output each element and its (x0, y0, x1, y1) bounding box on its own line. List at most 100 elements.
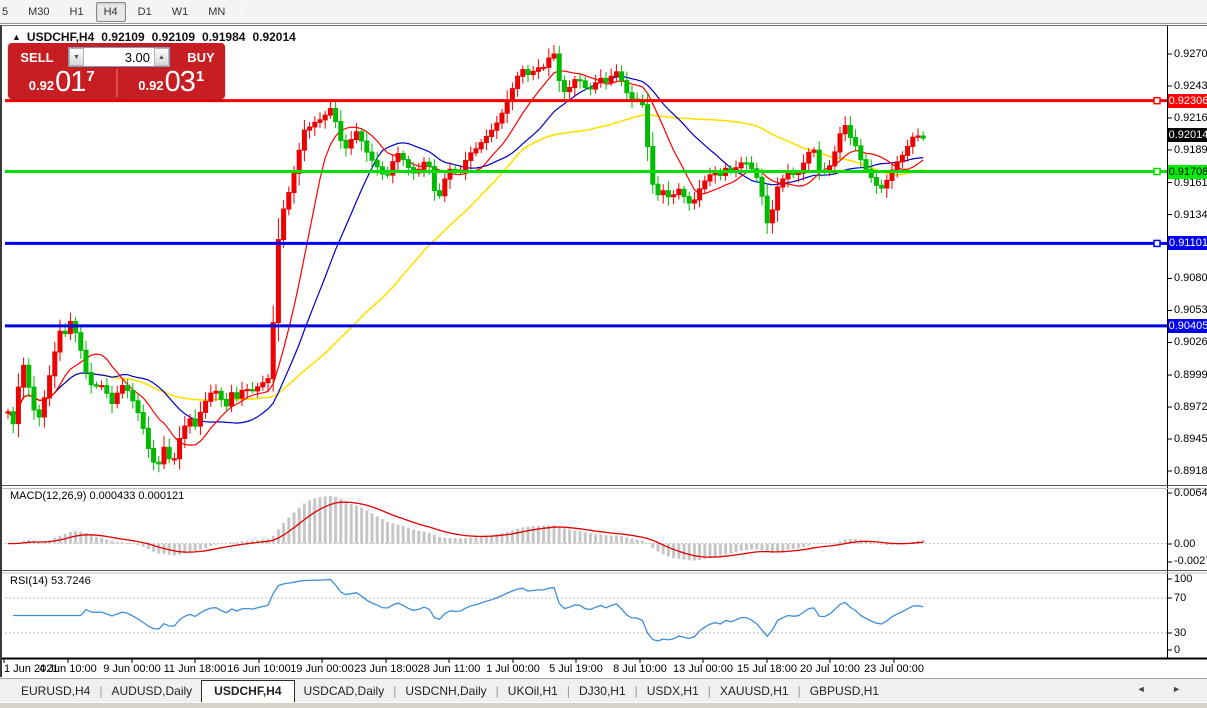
chart-tab-GBPUSD,H1[interactable]: GBPUSD,H1 (801, 681, 888, 702)
date-axis-label: 1 Jul 00:00 (486, 663, 540, 675)
date-axis-label: 9 Jun 00:00 (103, 663, 161, 675)
horizontal-line-objects[interactable] (5, 98, 1167, 326)
date-axis-label: 28 Jun 11:00 (418, 663, 481, 675)
price-tick-label: 0.90265 (1174, 336, 1207, 348)
chart-window: ▲ USDCHF,H4 0.92109 0.92109 0.91984 0.92014 S… (0, 25, 1207, 677)
macd-indicator-label: MACD(12,26,9) 0.000433 0.000121 (10, 490, 184, 502)
rsi-axis-label: 100 (1174, 573, 1207, 585)
window-bottom-edge (0, 702, 1207, 708)
hline-handle-icon[interactable] (1154, 169, 1160, 175)
date-axis-label: 5 Jul 19:00 (549, 663, 603, 675)
price-chart-canvas (2, 26, 1207, 678)
hline-handle-icon[interactable] (1154, 240, 1160, 246)
macd-axis-label: 0.00 (1174, 538, 1207, 550)
price-tick-label: 0.92700 (1174, 48, 1207, 60)
timeframe-button-D1[interactable]: D1 (130, 2, 160, 22)
moving-averages (8, 71, 923, 445)
price-tick-label: 0.91890 (1174, 144, 1207, 156)
sell-price-prefix: 0.92 (29, 78, 54, 93)
sell-price-sup: 7 (86, 68, 94, 85)
buy-price-big: 03 (165, 69, 195, 95)
toolbar-separator (241, 3, 242, 21)
price-tick-label: 0.89990 (1174, 369, 1207, 381)
date-axis-label: 11 Jun 18:00 (164, 663, 227, 675)
macd-histogram (5, 496, 1167, 561)
sell-price-big: 01 (55, 69, 85, 95)
chart-symbol-period: USDCHF,H4 (27, 30, 94, 44)
timeframe-button-H1[interactable]: H1 (62, 2, 92, 22)
price-tick-label: 0.89180 (1174, 465, 1207, 477)
price-tick-label: 0.89720 (1174, 401, 1207, 413)
price-tick-label: 0.91345 (1174, 209, 1207, 221)
timeframe-button-W1[interactable]: W1 (164, 2, 197, 22)
ohlc-low: 0.91984 (202, 30, 245, 44)
price-tick-label: 0.90535 (1174, 304, 1207, 316)
date-axis-label: 20 Jul 10:00 (800, 663, 860, 675)
ohlc-high: 0.92109 (152, 30, 195, 44)
timeframe-toolbar: 5M30H1H4D1W1MN (0, 0, 1207, 24)
one-click-trading-widget: SELL ▼ ▲ BUY 0.92 01 7 0.92 03 1 (8, 43, 225, 99)
buy-button[interactable]: BUY (172, 50, 230, 65)
volume-spinner: ▼ ▲ (68, 47, 170, 67)
price-tick-label: 0.92160 (1174, 112, 1207, 124)
price-tick-label: 0.92430 (1174, 80, 1207, 92)
price-line-badge: 0.91708 (1168, 165, 1207, 179)
chart-tab-XAUUSD,H1[interactable]: XAUUSD,H1 (711, 681, 798, 702)
chart-tab-UKOil,H1[interactable]: UKOil,H1 (499, 681, 567, 702)
macd-axis-label: -0.002728 (1174, 555, 1207, 567)
chart-tab-USDCNH,Daily[interactable]: USDCNH,Daily (396, 681, 495, 702)
timeframe-button-H4[interactable]: H4 (96, 2, 126, 22)
chart-tab-USDCAD,Daily[interactable]: USDCAD,Daily (295, 681, 394, 702)
chart-tab-USDCHF,H4[interactable]: USDCHF,H4 (201, 680, 294, 703)
price-line-badge: 0.91101 (1168, 236, 1207, 250)
timeframe-button-M30[interactable]: M30 (20, 2, 57, 22)
ohlc-close: 0.92014 (252, 30, 295, 44)
date-axis-label: 8 Jul 10:00 (613, 663, 667, 675)
date-axis-label: 23 Jul 00:00 (864, 663, 924, 675)
buy-price-sup: 1 (196, 68, 204, 85)
candles (6, 45, 925, 472)
chart-tab-USDX,H1[interactable]: USDX,H1 (638, 681, 708, 702)
chart-tab-AUDUSD,Daily[interactable]: AUDUSD,Daily (102, 681, 201, 702)
timeframe-button-MN[interactable]: MN (200, 2, 233, 22)
fast-ma (8, 71, 923, 445)
chart-tab-EURUSD,H4[interactable]: EURUSD,H4 (12, 681, 99, 702)
sell-price-display[interactable]: 0.92 01 7 (8, 69, 118, 97)
date-axis-label: 4 Jun 10:00 (39, 663, 97, 675)
rsi-axis-label: 70 (1174, 592, 1207, 604)
chart-ohlc-title: ▲ USDCHF,H4 0.92109 0.92109 0.91984 0.92014 (12, 30, 296, 44)
buy-price-display[interactable]: 0.92 03 1 (118, 69, 226, 97)
price-tick-label: 0.89450 (1174, 433, 1207, 445)
buy-price-prefix: 0.92 (138, 78, 163, 93)
rsi-panel-lines (5, 580, 1167, 641)
slow-ma (8, 115, 923, 418)
date-axis-label: 13 Jul 00:00 (673, 663, 733, 675)
chart-tab-DJ30,H1[interactable]: DJ30,H1 (570, 681, 635, 702)
price-line-badge: 0.90405 (1168, 319, 1207, 333)
timeframe-button-5[interactable]: 5 (0, 2, 16, 22)
current-price-badge: 0.92014 (1168, 128, 1207, 142)
macd-signal-line (8, 502, 923, 557)
date-axis-label: 16 Jun 10:00 (227, 663, 291, 675)
volume-input[interactable] (84, 48, 154, 66)
symbol-tab-bar: EURUSD,H4|AUDUSD,DailyUSDCHF,H4USDCAD,Da… (0, 678, 1207, 702)
mid-ma (8, 77, 923, 424)
sell-button[interactable]: SELL (8, 50, 66, 65)
mt4-window: 5M30H1H4D1W1MN ▲ USDCHF,H4 0.92109 0.92109 0… (0, 0, 1207, 708)
rsi-axis-label: 30 (1174, 627, 1207, 639)
price-line-badge: 0.92306 (1168, 94, 1207, 108)
macd-axis-label: 0.006413 (1174, 487, 1207, 499)
collapse-triangle-icon[interactable]: ▲ (12, 32, 21, 42)
rsi-indicator-label: RSI(14) 53.7246 (10, 575, 91, 587)
ohlc-open: 0.92109 (101, 30, 144, 44)
rsi-line (13, 580, 923, 641)
tab-scroll-arrows[interactable]: ◄ ► (1137, 684, 1193, 694)
date-axis-label: 19 Jun 00:00 (290, 663, 354, 675)
volume-down-icon[interactable]: ▼ (69, 48, 84, 66)
hline-handle-icon[interactable] (1154, 98, 1160, 104)
panel-borders (2, 26, 1207, 663)
volume-up-icon[interactable]: ▲ (154, 48, 169, 66)
date-axis-label: 15 Jul 18:00 (737, 663, 797, 675)
price-tick-label: 0.90805 (1174, 272, 1207, 284)
date-axis-label: 23 Jun 18:00 (354, 663, 418, 675)
